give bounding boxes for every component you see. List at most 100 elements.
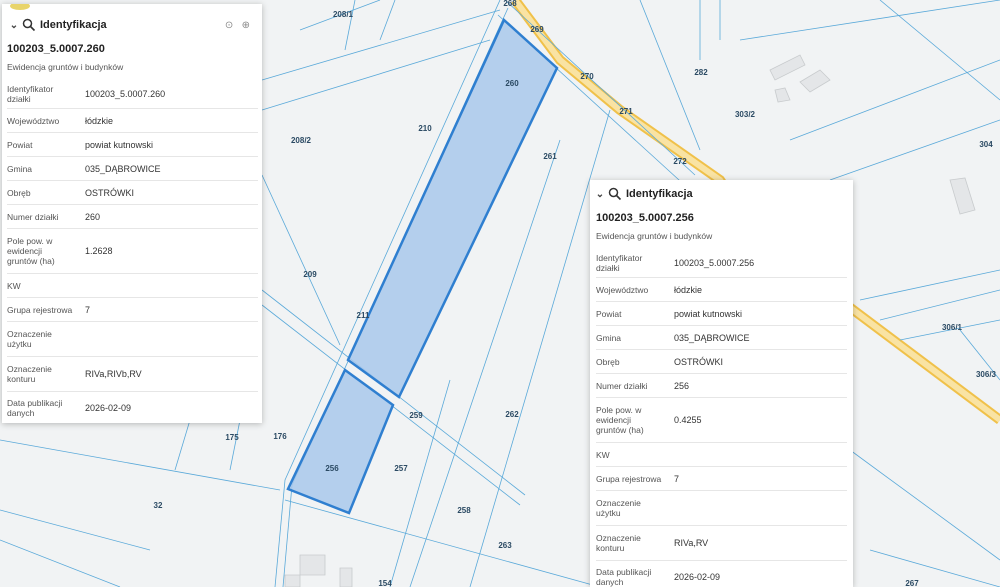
panel-subtitle: Ewidencja gruntów i budynków — [596, 231, 713, 241]
attribute-key: Oznaczenie użytku — [7, 329, 85, 349]
attribute-key-line: KW — [596, 449, 610, 460]
parcel-label-271: 271 — [619, 107, 633, 116]
parcel-label-282: 282 — [694, 68, 708, 77]
chevron-down-icon[interactable]: ⌄ — [8, 20, 20, 31]
attribute-key: Grupa rejestrowa — [7, 305, 85, 315]
attribute-key: Pole pow. w ewidencji gruntów (ha) — [596, 405, 674, 435]
attribute-value: 7 — [674, 473, 680, 484]
attribute-key-line: konturu — [596, 543, 625, 553]
attribute-row: Numer działki 260 — [7, 205, 258, 229]
attribute-value: łódzkie — [674, 284, 703, 295]
parcel-label-260: 260 — [505, 79, 519, 88]
attribute-key-line: użytku — [596, 508, 621, 518]
attribute-key-line: Obręb — [596, 356, 620, 367]
attribute-row: KW — [596, 443, 847, 467]
attribute-row: Gmina 035_DĄBROWICE — [7, 157, 258, 181]
attribute-value: 2026-02-09 — [674, 572, 721, 582]
attribute-row: Grupa rejestrowa 7 — [7, 298, 258, 322]
attribute-value: OSTRÓWKI — [674, 356, 723, 367]
parcel-label-258: 258 — [457, 506, 471, 515]
parcel-label-259: 259 — [409, 411, 423, 420]
attribute-key-line: Oznaczenie — [7, 364, 52, 374]
attribute-row: Oznaczenie użytku — [7, 322, 258, 357]
attribute-key: Numer działki — [7, 212, 85, 222]
attribute-key-line: Województwo — [596, 284, 649, 295]
attribute-key: KW — [596, 450, 674, 460]
parcel-label-257: 257 — [394, 464, 408, 473]
attribute-row: Numer działki 256 — [596, 374, 847, 398]
attribute-key: Identyfikator działki — [596, 253, 674, 273]
parcel-label-211: 211 — [357, 311, 370, 320]
parcel-id-heading: 100203_5.0007.256 — [596, 212, 694, 224]
panel-title: Identyfikacja — [40, 19, 107, 31]
attribute-key: KW — [7, 281, 85, 291]
attribute-value: 256 — [674, 380, 690, 391]
attribute-row: Województwo łódzkie — [596, 278, 847, 302]
parcel-label-306-3: 306/3 — [976, 370, 997, 379]
attribute-key-line: ewidencji — [596, 415, 631, 425]
attribute-key: Pole pow. w ewidencji gruntów (ha) — [7, 236, 85, 266]
attribute-value: powiat kutnowski — [674, 308, 743, 319]
attribute-value: RIVa,RIVb,RV — [85, 369, 142, 379]
parcel-label-209: 209 — [303, 270, 317, 279]
attribute-key: Data publikacji danych — [7, 398, 85, 418]
parcel-label-176: 176 — [273, 432, 287, 441]
parcel-label-270: 270 — [580, 72, 594, 81]
attribute-key: Oznaczenie konturu — [596, 533, 674, 553]
attribute-key-line: konturu — [7, 374, 36, 384]
attribute-row: Grupa rejestrowa 7 — [596, 467, 847, 491]
search-icon — [22, 18, 36, 32]
attribute-value: 1.2628 — [85, 246, 113, 256]
attribute-key: Oznaczenie użytku — [596, 498, 674, 518]
panel-toolbar-icons[interactable]: ⊙ ⊕ — [225, 20, 250, 31]
attribute-key-line: Województwo — [7, 115, 60, 126]
attribute-key: Powiat — [7, 140, 85, 150]
attribute-key-line: Gmina — [596, 332, 622, 343]
attribute-key-line: danych — [596, 577, 624, 587]
parcel-label-208-1: 208/1 — [333, 10, 354, 19]
attribute-value: 260 — [85, 211, 101, 222]
attribute-key-line: użytku — [7, 339, 32, 349]
parcel-label-306-1: 306/1 — [942, 323, 963, 332]
parcel-label-32: 32 — [154, 501, 163, 510]
attribute-key: Województwo — [596, 285, 674, 295]
attribute-key-line: gruntów (ha) — [596, 425, 644, 435]
parcel-label-267: 267 — [905, 579, 919, 587]
attribute-key-line: Numer działki — [7, 211, 59, 222]
parcel-label-256: 256 — [325, 464, 339, 473]
attribute-key-line: Numer działki — [596, 380, 648, 391]
chevron-down-icon[interactable]: ⌄ — [594, 189, 606, 200]
attribute-key-line: działki — [596, 263, 620, 273]
attribute-row: Gmina 035_DĄBROWICE — [596, 326, 847, 350]
attribute-key-line: Oznaczenie — [596, 533, 641, 543]
attribute-key: Gmina — [7, 164, 85, 174]
attribute-key: Województwo — [7, 116, 85, 126]
parcel-label-303-2: 303/2 — [735, 110, 756, 119]
panel-subtitle: Ewidencja gruntów i budynków — [7, 62, 124, 72]
attribute-key-line: Obręb — [7, 187, 31, 198]
parcel-label-304: 304 — [979, 140, 993, 149]
attribute-key-line: działki — [7, 94, 31, 104]
attribute-row: Oznaczenie konturu RIVa,RV — [596, 526, 847, 561]
attribute-value: 0.4255 — [674, 415, 702, 425]
attribute-value: łódzkie — [85, 115, 114, 126]
attribute-value: 2026-02-09 — [85, 403, 132, 413]
attribute-table: Identyfikator działki 100203_5.0007.256 Woj… — [590, 249, 853, 587]
attribute-row: Identyfikator działki 100203_5.0007.256 — [596, 249, 847, 278]
attribute-key: Numer działki — [596, 381, 674, 391]
attribute-key: Gmina — [596, 333, 674, 343]
attribute-row: Powiat powiat kutnowski — [596, 302, 847, 326]
attribute-row: Oznaczenie konturu RIVa,RIVb,RV — [7, 357, 258, 392]
parcel-label-210: 210 — [418, 124, 432, 133]
attribute-key-line: Gmina — [7, 163, 33, 174]
attribute-key: Oznaczenie konturu — [7, 364, 85, 384]
search-icon — [608, 187, 622, 201]
attribute-value: RIVa,RV — [674, 538, 709, 548]
attribute-key-line: Powiat — [596, 308, 622, 319]
parcel-label-263: 263 — [498, 541, 512, 550]
parcel-label-268: 268 — [503, 0, 517, 8]
panel-header: ⌄ Identyfikacja ⊙ ⊕ — [2, 4, 262, 32]
attribute-key-line: Data publikacji — [7, 398, 63, 408]
parcel-id-heading: 100203_5.0007.260 — [7, 43, 105, 55]
attribute-table: Identyfikator działki 100203_5.0007.260 Woj… — [2, 80, 262, 423]
